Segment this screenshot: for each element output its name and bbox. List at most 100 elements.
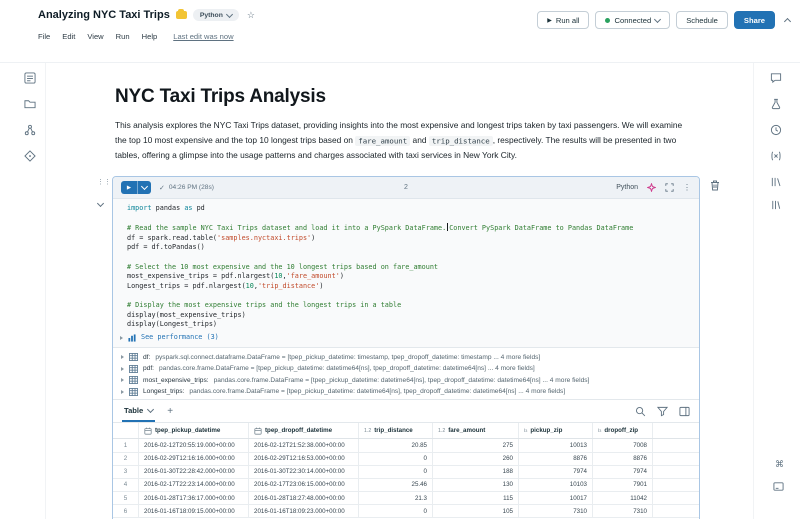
grid-cell[interactable]: 10013 [519, 439, 593, 451]
code-editor[interactable]: import pandas as pd # Read the sample NYC… [113, 199, 699, 347]
focus-mode-icon[interactable] [665, 183, 674, 192]
add-visualization-button[interactable]: + [167, 406, 173, 417]
filter-icon[interactable] [657, 406, 668, 417]
grid-cell[interactable]: 8876 [593, 453, 653, 465]
grid-cell[interactable]: 2016-01-30T22:28:42.000+00:00 [139, 466, 249, 478]
keyboard-shortcuts-icon[interactable]: ⌘ [775, 459, 784, 470]
run-options-chevron[interactable] [137, 181, 151, 194]
grid-cell[interactable]: 130 [433, 479, 519, 491]
run-all-button[interactable]: ▶ Run all [537, 11, 589, 29]
cell-drag-handle-icon[interactable]: ⋮⋮ [97, 179, 111, 186]
table-row[interactable]: 42016-02-17T22:23:14.000+00:002016-02-17… [113, 479, 699, 492]
run-cell-button[interactable]: ▶ [121, 181, 151, 194]
comments-icon[interactable] [770, 72, 782, 84]
code-line[interactable] [113, 291, 699, 301]
share-button[interactable]: Share [734, 11, 775, 29]
grid-cell[interactable]: 7310 [519, 505, 593, 517]
version-history-icon[interactable] [770, 124, 782, 136]
code-line[interactable] [113, 253, 699, 263]
column-header-trip_distance[interactable]: 1.2trip_distance [359, 423, 433, 438]
experiments-flask-icon[interactable] [770, 98, 782, 110]
table-of-contents-icon[interactable] [24, 72, 36, 84]
collapse-header-icon[interactable] [784, 17, 791, 24]
table-row[interactable]: 22016-02-29T12:16:16.000+00:002016-02-29… [113, 453, 699, 466]
code-line[interactable] [113, 214, 699, 224]
grid-cell[interactable]: 2016-01-30T22:30:14.000+00:00 [249, 466, 359, 478]
variable-result-row[interactable]: Longest_trips:pandas.core.frame.DataFram… [113, 386, 699, 398]
grid-cell[interactable]: 7974 [519, 466, 593, 478]
menu-help[interactable]: Help [142, 32, 158, 41]
search-icon[interactable] [635, 406, 646, 417]
cell-menu-kebab-icon[interactable]: ⋮ [683, 184, 691, 192]
grid-cell[interactable]: 2016-02-29T12:16:16.000+00:00 [139, 453, 249, 465]
open-panel-icon[interactable] [679, 406, 690, 417]
tab-table[interactable]: Table [122, 400, 155, 422]
grid-cell[interactable]: 0 [359, 505, 433, 517]
menu-edit[interactable]: Edit [62, 32, 75, 41]
grid-cell[interactable]: 5 [113, 492, 139, 504]
code-line[interactable]: most_expensive_trips = pdf.nlargest(10,'… [113, 272, 699, 282]
terminal-icon[interactable] [773, 481, 784, 492]
grid-cell[interactable]: 260 [433, 453, 519, 465]
grid-cell[interactable]: 105 [433, 505, 519, 517]
schedule-button[interactable]: Schedule [676, 11, 728, 29]
code-line[interactable]: Longest_trips = pdf.nlargest(10,'trip_di… [113, 282, 699, 292]
code-line[interactable]: display(most_expensive_trips) [113, 311, 699, 321]
grid-cell[interactable]: 2016-01-16T18:09:15.000+00:00 [139, 505, 249, 517]
grid-cell[interactable]: 20.85 [359, 439, 433, 451]
column-header-tpep_dropoff_datetime[interactable]: tpep_dropoff_datetime [249, 423, 359, 438]
language-selector[interactable]: Python [193, 9, 239, 21]
grid-cell[interactable]: 7008 [593, 439, 653, 451]
delete-cell-icon[interactable] [710, 180, 720, 191]
code-line[interactable]: df = spark.read.table('samples.nyctaxi.t… [113, 234, 699, 244]
grid-cell[interactable]: 2016-02-29T12:16:53.000+00:00 [249, 453, 359, 465]
menu-run[interactable]: Run [116, 32, 130, 41]
table-row[interactable]: 12016-02-12T20:55:19.000+00:002016-02-12… [113, 439, 699, 452]
last-edit-link[interactable]: Last edit was now [173, 32, 233, 41]
favorite-star-icon[interactable]: ☆ [247, 10, 255, 21]
grid-cell[interactable]: 2016-01-28T18:27:48.000+00:00 [249, 492, 359, 504]
grid-cell[interactable]: 21.3 [359, 492, 433, 504]
column-header-dropoff_zip[interactable]: i3dropoff_zip [593, 423, 653, 438]
grid-cell[interactable]: 0 [359, 466, 433, 478]
grid-cell[interactable]: 1 [113, 439, 139, 451]
lineage-graph-icon[interactable] [24, 124, 36, 136]
code-line[interactable]: pdf = df.toPandas() [113, 243, 699, 253]
column-header-pickup_zip[interactable]: i3pickup_zip [519, 423, 593, 438]
grid-cell[interactable]: 2016-02-17T23:06:15.000+00:00 [249, 479, 359, 491]
grid-cell[interactable]: 2016-01-16T18:09:23.000+00:00 [249, 505, 359, 517]
grid-cell[interactable]: 3 [113, 466, 139, 478]
variable-result-row[interactable]: df:pyspark.sql.connect.dataframe.DataFra… [113, 351, 699, 363]
grid-cell[interactable]: 2016-01-28T17:36:17.000+00:00 [139, 492, 249, 504]
variable-result-row[interactable]: pdf:pandas.core.frame.DataFrame = [tpep_… [113, 363, 699, 375]
cell-language-label[interactable]: Python [616, 184, 638, 191]
menu-file[interactable]: File [38, 32, 50, 41]
grid-cell[interactable]: 0 [359, 453, 433, 465]
code-line[interactable]: # Display the most expensive trips and t… [113, 301, 699, 311]
grid-cell[interactable]: 10103 [519, 479, 593, 491]
grid-cell[interactable]: 25.46 [359, 479, 433, 491]
column-header-fare_amount[interactable]: 1.2fare_amount [433, 423, 519, 438]
cell-collapse-chevron-icon[interactable] [97, 200, 104, 207]
table-row[interactable]: 32016-01-30T22:28:42.000+00:002016-01-30… [113, 466, 699, 479]
menu-view[interactable]: View [87, 32, 103, 41]
grid-cell[interactable]: 2016-02-12T20:55:19.000+00:00 [139, 439, 249, 451]
libraries-icon[interactable] [770, 176, 782, 188]
table-row[interactable]: 52016-01-28T17:36:17.000+00:002016-01-28… [113, 492, 699, 505]
grid-cell[interactable]: 2016-02-17T22:23:14.000+00:00 [139, 479, 249, 491]
grid-cell[interactable]: 10017 [519, 492, 593, 504]
compass-navigator-icon[interactable] [24, 150, 36, 162]
grid-cell[interactable]: 8876 [519, 453, 593, 465]
grid-cell[interactable]: 11042 [593, 492, 653, 504]
grid-cell[interactable]: 7974 [593, 466, 653, 478]
grid-cell[interactable]: 7901 [593, 479, 653, 491]
code-line[interactable]: import pandas as pd [113, 204, 699, 214]
code-line[interactable]: # Select the 10 most expensive and the 1… [113, 263, 699, 273]
grid-cell[interactable]: 2 [113, 453, 139, 465]
variable-result-row[interactable]: most_expensive_trips:pandas.core.frame.D… [113, 374, 699, 386]
grid-cell[interactable]: 4 [113, 479, 139, 491]
environment-panel-icon[interactable] [770, 199, 782, 211]
code-line[interactable]: # Read the sample NYC Taxi Trips dataset… [113, 223, 699, 234]
grid-cell[interactable]: 6 [113, 505, 139, 517]
code-line[interactable]: display(Longest_trips) [113, 320, 699, 330]
